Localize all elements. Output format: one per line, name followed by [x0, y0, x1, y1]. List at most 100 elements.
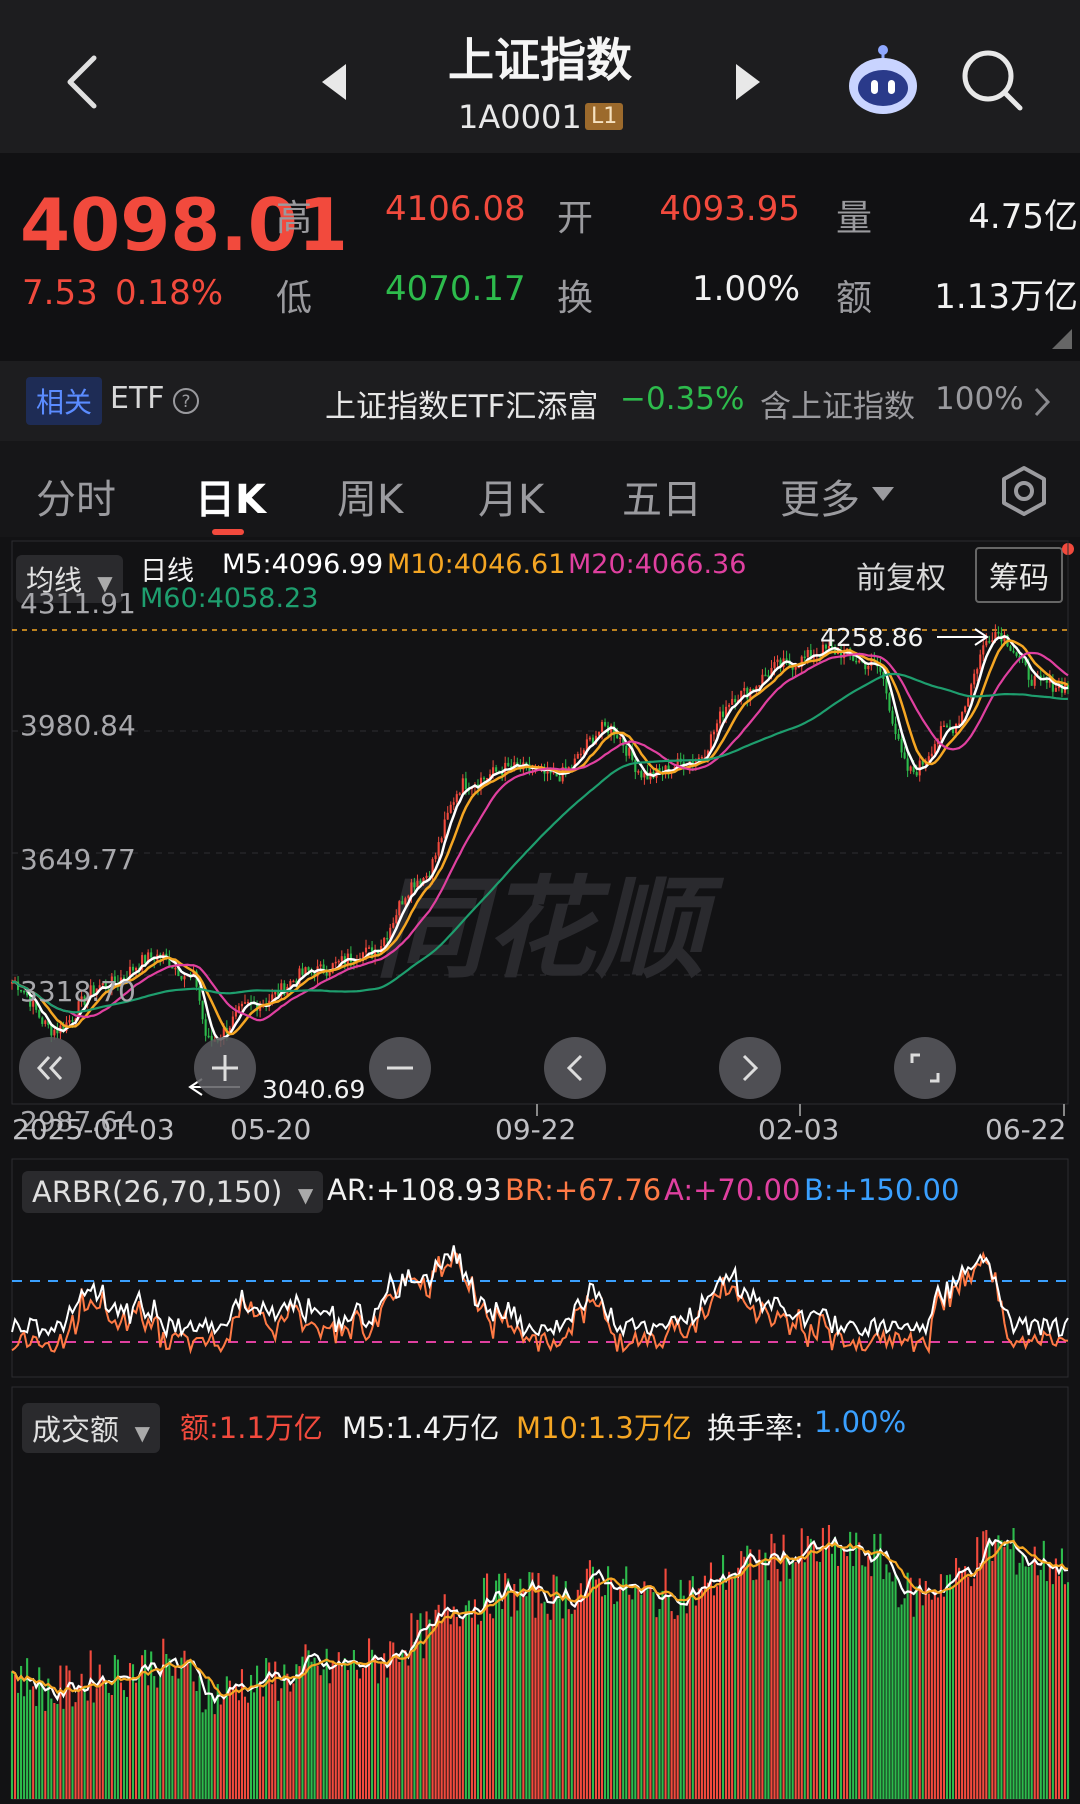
- volume-bar: [510, 1616, 513, 1799]
- open-value: 4093.95: [659, 189, 800, 229]
- volume-bar: [552, 1574, 555, 1799]
- help-icon[interactable]: ?: [172, 387, 200, 415]
- volume-bar: [449, 1624, 452, 1799]
- volume-bar: [470, 1617, 473, 1799]
- volume-bar: [231, 1687, 234, 1799]
- tab-five-day[interactable]: 五日: [622, 467, 702, 525]
- volume-bar: [779, 1581, 782, 1799]
- volume-bar: [670, 1611, 673, 1799]
- high-marker-label: 4258.86: [820, 623, 924, 652]
- volume-bar: [791, 1558, 794, 1799]
- volume-bar: [761, 1559, 764, 1799]
- next-stock-icon[interactable]: [732, 62, 764, 102]
- y-label-max: 4311.91: [20, 587, 136, 620]
- search-icon[interactable]: [960, 48, 1026, 114]
- pan-left-button[interactable]: [544, 1037, 606, 1099]
- volume-bar: [95, 1688, 98, 1799]
- candle-body: [458, 793, 461, 795]
- etf-holding-pct: 100%: [935, 381, 1024, 417]
- candle-body: [201, 1000, 204, 1020]
- br-value: BR:+67.76: [505, 1173, 662, 1207]
- volume-bar: [343, 1658, 346, 1799]
- volume-bar: [846, 1556, 849, 1799]
- volume-bar: [131, 1664, 135, 1799]
- volume-bar: [249, 1674, 253, 1799]
- zoom-out-button[interactable]: [369, 1037, 431, 1099]
- volume-bar: [446, 1610, 449, 1799]
- volume-bar: [337, 1652, 340, 1799]
- volume-bar: [637, 1588, 640, 1799]
- volume-bar: [945, 1575, 949, 1799]
- candle-body: [979, 654, 982, 670]
- expand-corner-icon[interactable]: [1052, 329, 1072, 349]
- volume-bar: [803, 1562, 806, 1799]
- candle-body: [41, 1017, 44, 1024]
- y-label-3: 3649.77: [20, 843, 136, 876]
- settings-icon[interactable]: [998, 465, 1050, 517]
- volume-bar: [812, 1543, 815, 1799]
- volume-bar: [428, 1619, 431, 1799]
- candle-body: [183, 976, 186, 980]
- turnover-value: 1.00%: [691, 269, 800, 309]
- volume-bar: [607, 1566, 610, 1799]
- volume-bar: [643, 1581, 646, 1799]
- volume-bar: [734, 1572, 737, 1799]
- volume-bar: [56, 1704, 59, 1799]
- tab-monthly-k[interactable]: 月K: [478, 467, 544, 525]
- arbr-select[interactable]: ARBR(26,70,150) ▼: [22, 1171, 324, 1213]
- ar-line: [11, 1245, 1069, 1339]
- volume-bar: [1006, 1540, 1009, 1799]
- rewind-button[interactable]: [19, 1037, 81, 1099]
- volume-bar: [964, 1566, 967, 1799]
- candle-body: [434, 855, 437, 860]
- volume-bar: [815, 1561, 818, 1799]
- pan-right-button[interactable]: [719, 1037, 781, 1099]
- robot-icon[interactable]: [845, 42, 921, 118]
- volume-bar: [243, 1696, 247, 1799]
- volume-bar: [619, 1586, 622, 1799]
- arbr-lines: [11, 1245, 1069, 1355]
- open-label: 开: [557, 198, 594, 239]
- volume-bar: [870, 1576, 873, 1799]
- candle-body: [767, 675, 770, 677]
- volume-bar: [970, 1586, 973, 1799]
- volume-bar: [891, 1581, 894, 1799]
- related-etf-bar[interactable]: 相关 ETF ? 上证指数ETF汇添富 −0.35% 含上证指数 100%: [0, 361, 1080, 441]
- volume-bar: [894, 1574, 897, 1799]
- volume-bar: [967, 1576, 970, 1799]
- volume-bar: [13, 1675, 17, 1799]
- candle-body: [640, 771, 643, 778]
- candle-body: [909, 766, 912, 771]
- volume-amount: 额:1.1万亿: [180, 1411, 323, 1445]
- tab-intraday[interactable]: 分时: [36, 467, 116, 525]
- volume-bar: [628, 1594, 631, 1799]
- volume-bar: [431, 1623, 434, 1799]
- volume-bar: [522, 1589, 525, 1799]
- volume-bar: [101, 1678, 104, 1799]
- tab-weekly-k[interactable]: 周K: [337, 467, 403, 525]
- volume-bar: [794, 1562, 797, 1799]
- volume-bar: [985, 1529, 988, 1799]
- etf-holding-label: 含上证指数: [760, 389, 915, 425]
- zoom-in-button[interactable]: [194, 1037, 256, 1099]
- tab-daily-k[interactable]: 日K: [195, 467, 266, 525]
- volume-select[interactable]: 成交额 ▼: [22, 1403, 160, 1453]
- volume-bar: [534, 1617, 537, 1799]
- volume-bar: [410, 1613, 413, 1799]
- volume-bar: [700, 1590, 703, 1799]
- volume-bar: [976, 1537, 979, 1799]
- candle-body: [334, 961, 337, 964]
- candle-body: [367, 947, 371, 949]
- chevron-right-icon[interactable]: [1030, 385, 1054, 419]
- volume-bar: [310, 1661, 313, 1799]
- volume-bar: [652, 1592, 655, 1799]
- volume-bar: [830, 1553, 834, 1799]
- fullscreen-button[interactable]: [894, 1037, 956, 1099]
- volume-bar: [1051, 1584, 1054, 1799]
- volume-bar: [349, 1662, 352, 1799]
- volume-bar: [32, 1686, 35, 1799]
- volume-bar: [174, 1666, 177, 1799]
- chevron-down-icon[interactable]: [870, 485, 896, 503]
- candle-body: [794, 666, 797, 670]
- tab-more[interactable]: 更多: [780, 467, 860, 525]
